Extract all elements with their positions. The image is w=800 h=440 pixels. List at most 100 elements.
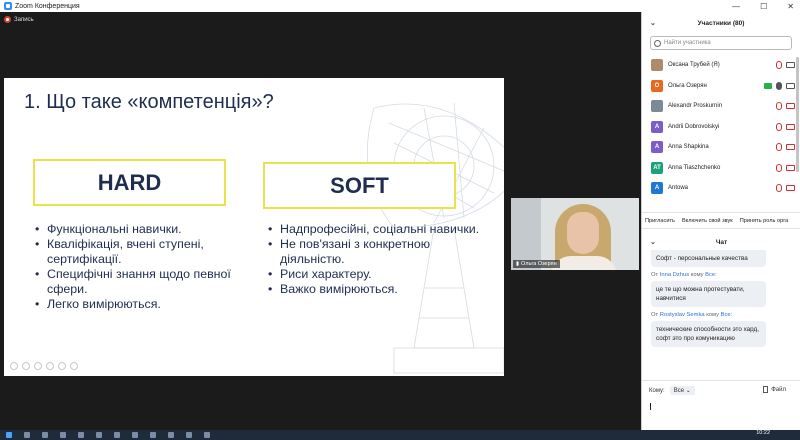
os-taskbar: 10:22: [0, 430, 800, 440]
participants-title: Участники (80): [697, 19, 745, 27]
unmute-self-button[interactable]: Включить свой звук: [682, 218, 733, 224]
avatar: O: [651, 79, 663, 92]
chat-sender[interactable]: Inna Dzhus: [660, 272, 689, 278]
participant-search-input[interactable]: Найти участника: [650, 36, 792, 50]
collapse-chevron-icon[interactable]: ⌄: [650, 238, 656, 246]
search-placeholder: Найти участника: [664, 40, 711, 46]
camera-off-icon[interactable]: [786, 185, 795, 192]
avatar: A: [651, 182, 663, 195]
camera-on-icon[interactable]: [786, 62, 795, 69]
participant-scrollbar[interactable]: [796, 57, 799, 172]
mic-muted-icon[interactable]: [776, 102, 782, 111]
window-controls: — ☐ ✕: [732, 0, 794, 12]
participant-name: Anna Tiaszhchenko: [668, 164, 721, 171]
avatar: A: [651, 141, 663, 154]
soft-bullet: Риси характеру.: [266, 267, 492, 282]
participant-name: Antowa: [668, 185, 689, 192]
participant-list: Оксана Трубей (Я) O Ольга Озерян Alexandr P…: [642, 55, 800, 199]
chat-sender[interactable]: Rostyslav Semka: [660, 312, 705, 318]
participant-row[interactable]: A Andrii Dobrovolskyi: [642, 117, 800, 138]
more-icon[interactable]: [58, 362, 66, 370]
send-file-button[interactable]: Файл: [763, 386, 786, 393]
file-icon: [763, 386, 769, 393]
slide-toolbar: [10, 362, 78, 370]
chrome-icon[interactable]: [96, 432, 102, 438]
camera-off-icon[interactable]: [786, 103, 795, 110]
speaker-video[interactable]: ▮ Ольга Озерян: [511, 198, 639, 270]
store-icon[interactable]: [114, 432, 120, 438]
participant-row[interactable]: Оксана Трубей (Я): [642, 55, 800, 76]
chevron-down-icon: ⌄: [685, 388, 691, 394]
telegram-icon[interactable]: [168, 432, 174, 438]
zoom-taskbar-icon[interactable]: [186, 432, 192, 438]
participant-row[interactable]: A Anna Shapkina: [642, 137, 800, 158]
mic-icon: ▮: [516, 261, 520, 267]
slide-title: 1. Що таке «компетенція»?: [24, 91, 274, 113]
recipient-dropdown[interactable]: Все ⌄: [669, 386, 695, 395]
speaker-name-tag: ▮ Ольга Озерян: [513, 260, 560, 268]
maximize-button[interactable]: ☐: [760, 2, 767, 11]
recording-indicator[interactable]: Запись: [4, 16, 34, 23]
camera-on-icon[interactable]: [786, 82, 795, 89]
soft-skills-list: Надпрофесійні, соціальні навички. Не пов…: [266, 222, 492, 297]
chat-message: це те що можна протестувати, навчитися: [651, 281, 766, 307]
next-slide-icon[interactable]: [70, 362, 78, 370]
participant-name: Andrii Dobrovolskyi: [668, 123, 720, 130]
mic-muted-icon[interactable]: [776, 143, 782, 152]
camera-off-icon[interactable]: [786, 144, 795, 151]
start-icon[interactable]: [6, 432, 12, 438]
participant-row[interactable]: A Antowa: [642, 178, 800, 199]
pen-icon[interactable]: [34, 362, 42, 370]
participant-actions: Пригласить Включить свой звук Принять ро…: [642, 212, 800, 229]
search-icon: [654, 39, 661, 47]
mic-on-icon[interactable]: [776, 81, 782, 90]
soft-skills-box: SOFT: [263, 162, 456, 209]
prev-slide-icon[interactable]: [10, 362, 18, 370]
mic-muted-icon[interactable]: [776, 61, 782, 70]
mic-muted-icon[interactable]: [776, 122, 782, 131]
avatar: A: [651, 120, 663, 133]
collapse-chevron-icon[interactable]: ⌄: [650, 19, 656, 27]
chat-input[interactable]: [650, 403, 651, 410]
mic-muted-icon[interactable]: [776, 163, 782, 172]
mic-muted-icon[interactable]: [776, 184, 782, 193]
zoom-logo-icon: [4, 2, 12, 10]
recording-label: Запись: [14, 16, 34, 23]
participants-header: ⌄ Участники (80): [642, 12, 800, 34]
side-panel: ⌄ Участники (80) Найти участника Оксана …: [641, 12, 800, 430]
search-icon[interactable]: [24, 432, 30, 438]
slides-grid-icon[interactable]: [46, 362, 54, 370]
mail-icon[interactable]: [132, 432, 138, 438]
shared-slide: 1. Що таке «компетенція»? HARD SOFT Функ…: [4, 78, 504, 376]
claim-host-button[interactable]: Принять роль орга: [740, 218, 789, 224]
hard-bullet: Специфічні знання щодо певної сфери.: [33, 267, 241, 297]
camera-off-icon[interactable]: [786, 164, 795, 171]
chat-message-meta: От Rostyslav Semka кому Все:: [651, 312, 733, 318]
speaker-face: [567, 212, 599, 254]
screen-share-icon: [764, 82, 772, 89]
participant-row[interactable]: O Ольга Озерян: [642, 76, 800, 97]
powerpoint-icon[interactable]: [204, 432, 210, 438]
camera-off-icon[interactable]: [786, 123, 795, 130]
close-button[interactable]: ✕: [787, 2, 794, 11]
soft-bullet: Важко вимірюються.: [266, 282, 492, 297]
task-view-icon[interactable]: [42, 432, 48, 438]
avatar: [651, 59, 663, 72]
edge-icon[interactable]: [78, 432, 84, 438]
minimize-button[interactable]: —: [732, 2, 740, 11]
meeting-main-area: Запись 1. Що таке «компетенція»? HARD SO…: [0, 12, 641, 430]
pointer-icon[interactable]: [22, 362, 30, 370]
participant-row[interactable]: AT Anna Tiaszhchenko: [642, 158, 800, 179]
invite-button[interactable]: Пригласить: [645, 218, 675, 224]
chat-message: технические способности это хард, софт э…: [651, 321, 766, 347]
hard-bullet: Функціональні навички.: [33, 222, 241, 237]
hard-skills-list: Функціональні навички. Кваліфікація, вче…: [33, 222, 241, 312]
explorer-icon[interactable]: [60, 432, 66, 438]
participant-row[interactable]: Alexandr Proskurnin: [642, 96, 800, 117]
avatar: [651, 100, 663, 113]
taskbar-clock: 10:22: [756, 430, 770, 436]
hard-bullet: Легко вимірюються.: [33, 297, 241, 312]
recipient-label: Кому:: [649, 387, 665, 394]
viber-icon[interactable]: [150, 432, 156, 438]
avatar: AT: [651, 161, 663, 174]
